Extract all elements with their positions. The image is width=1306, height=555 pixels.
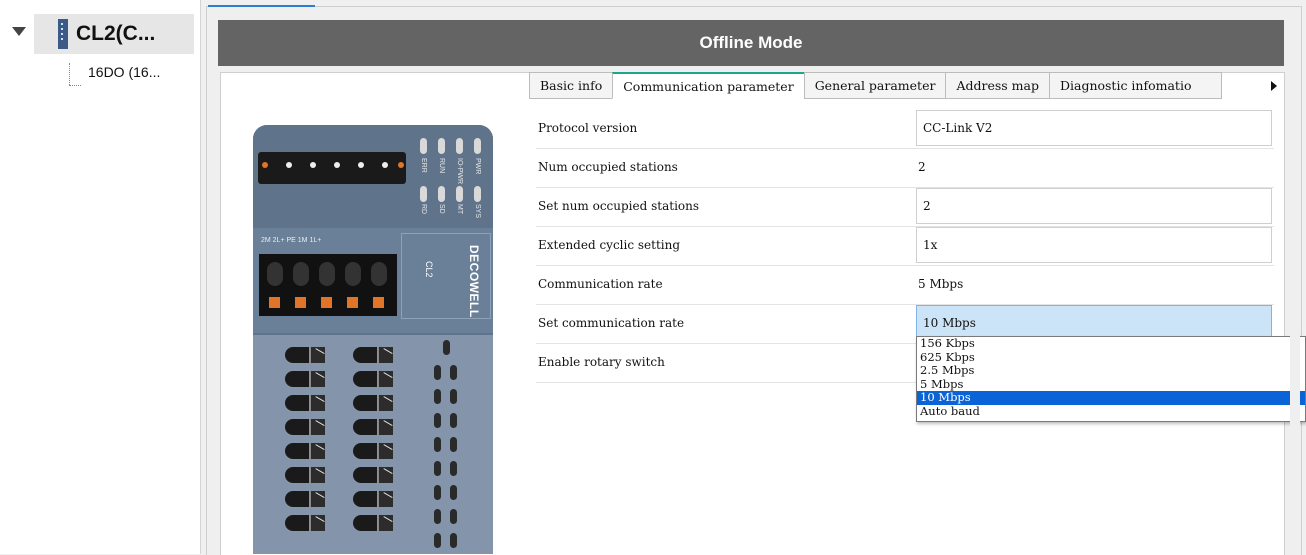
param-label: Enable rotary switch — [538, 355, 665, 369]
status-led — [474, 186, 481, 202]
param-row-extended-cyclic-setting: Extended cyclic setting 1x — [536, 227, 1274, 266]
right-edge-scrollbar[interactable] — [1290, 40, 1300, 554]
led-label: PWR — [474, 158, 481, 175]
tab-address-map[interactable]: Address map — [945, 72, 1050, 99]
tree-node-cl2[interactable]: CL2(C... — [12, 14, 194, 54]
param-label: Set communication rate — [538, 316, 685, 330]
param-label: Protocol version — [538, 121, 638, 135]
tab-diagnostic-information[interactable]: Diagnostic infomatio — [1048, 72, 1222, 99]
status-led — [438, 186, 445, 202]
status-led — [474, 138, 481, 154]
led-label: SYS — [474, 204, 481, 219]
panel-tab-indicator — [208, 5, 315, 7]
param-label: Extended cyclic setting — [538, 238, 681, 252]
param-value-field[interactable]: CC-Link V2 — [916, 110, 1272, 146]
dropdown-option[interactable]: 5 Mbps — [917, 377, 1305, 392]
status-led — [420, 186, 427, 202]
terminal-labels: 2M 2L+ PE 1M 1L+ — [261, 237, 322, 244]
status-led — [438, 138, 445, 154]
dropdown-option[interactable]: 625 Kbps — [917, 350, 1305, 365]
project-tree: CL2(C... 16DO (16... — [0, 0, 201, 554]
param-row-protocol-version: Protocol version CC-Link V2 — [536, 110, 1274, 149]
dropdown-option[interactable]: 156 Kbps — [917, 336, 1305, 351]
param-row-set-num-occupied-stations: Set num occupied stations 2 — [536, 188, 1274, 227]
led-label: RUN — [438, 158, 445, 174]
param-value-field[interactable]: 2 — [916, 188, 1272, 224]
tree-connector-line — [69, 63, 70, 85]
expand-caret-icon[interactable] — [12, 27, 26, 36]
param-label: Communication rate — [538, 277, 663, 291]
led-label: MT — [456, 204, 463, 215]
param-row-num-occupied-stations: Num occupied stations 2 — [536, 149, 1274, 188]
model-label: CL2 — [424, 261, 434, 278]
param-label: Num occupied stations — [538, 160, 678, 174]
led-label: SD — [438, 204, 445, 214]
param-value-field[interactable]: 1x — [916, 227, 1272, 263]
dropdown-option[interactable]: 2.5 Mbps — [917, 363, 1305, 378]
tree-node-label: CL2(C... — [76, 22, 156, 45]
terminal-block — [259, 254, 397, 316]
dropdown-option[interactable]: Auto baud — [917, 404, 1305, 419]
tab-general-parameter[interactable]: General parameter — [803, 72, 947, 99]
led-label: RD — [420, 204, 427, 215]
param-value: 2 — [918, 160, 926, 174]
brand-label: DECOWELL — [467, 245, 481, 318]
param-label: Set num occupied stations — [538, 199, 700, 213]
tab-bar: Basic info Communication parameter Gener… — [529, 72, 1222, 100]
network-connector — [258, 152, 406, 184]
rate-dropdown-list[interactable]: 156 Kbps 625 Kbps 2.5 Mbps 5 Mbps 10 Mbp… — [916, 336, 1306, 422]
param-row-communication-rate: Communication rate 5 Mbps — [536, 266, 1274, 305]
tree-node-16do[interactable]: 16DO (16... — [88, 64, 160, 80]
device-illustration: PWR IO-PWR RUN ERR SYS MT SD RD 2M 2L+ P… — [253, 125, 493, 554]
tree-connector-line — [69, 85, 81, 86]
status-led — [456, 186, 463, 202]
led-label: ERR — [420, 158, 427, 173]
tab-communication-parameter[interactable]: Communication parameter — [612, 72, 805, 99]
tab-basic-info[interactable]: Basic info — [529, 72, 614, 99]
dropdown-option-selected[interactable]: 10 Mbps — [917, 390, 1305, 405]
led-label: IO-PWR — [456, 158, 463, 185]
param-value: 5 Mbps — [918, 277, 964, 291]
mode-header: Offline Mode — [218, 20, 1284, 66]
status-led — [456, 138, 463, 154]
status-led — [420, 138, 427, 154]
device-module-icon — [58, 19, 68, 49]
tab-scroll-right-icon[interactable] — [1271, 81, 1277, 91]
